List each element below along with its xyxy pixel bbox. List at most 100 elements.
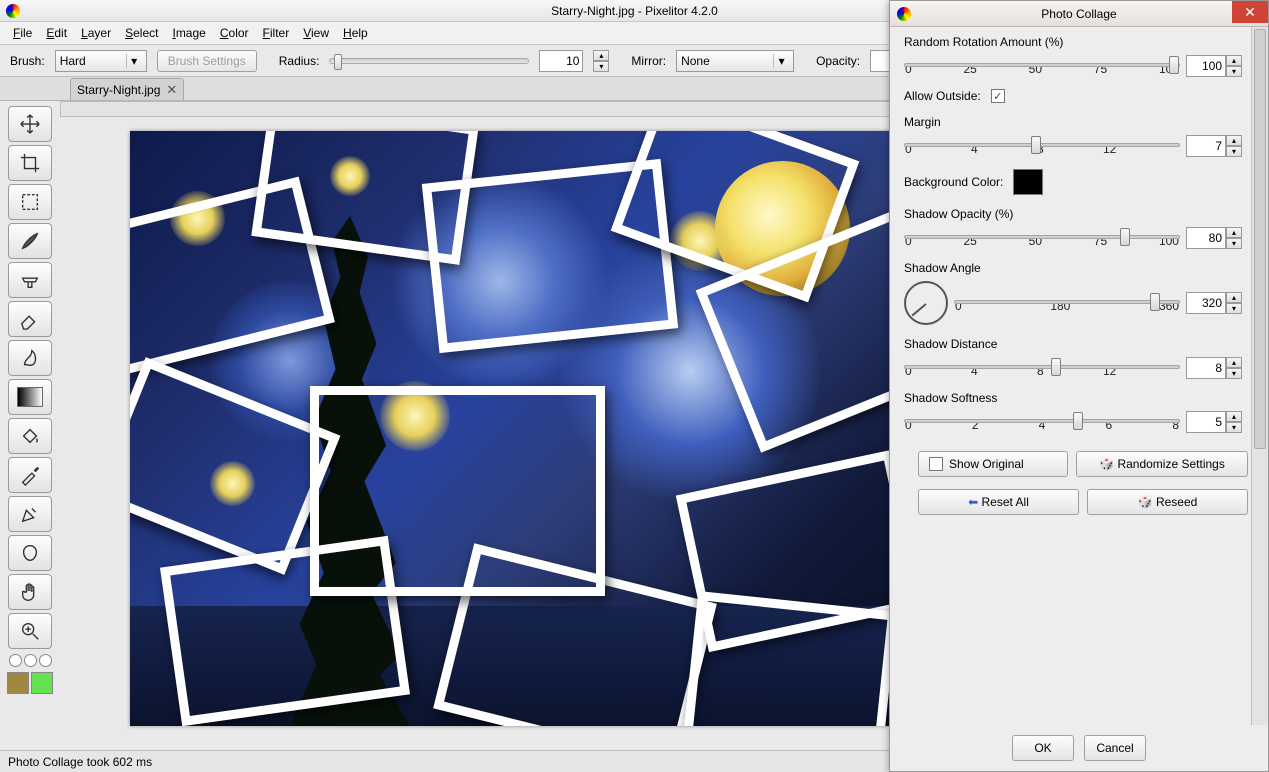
brush-settings-button[interactable]: Brush Settings (157, 50, 257, 72)
radius-value[interactable]: 10 (539, 50, 583, 72)
shapes-tool[interactable] (8, 535, 52, 571)
bgcolor-swatch[interactable] (1013, 169, 1043, 195)
close-icon[interactable]: ✕ (166, 82, 177, 98)
rotation-group: Random Rotation Amount (%) 0 25 50 75 10… (904, 35, 1262, 77)
crop-tool[interactable] (8, 145, 52, 181)
swatch[interactable] (9, 654, 22, 667)
document-tab[interactable]: Starry-Night.jpg ✕ (70, 78, 184, 100)
toolbox (0, 101, 60, 750)
shadow-softness-group: Shadow Softness 0 2 4 6 8 5▴▾ (904, 391, 1262, 433)
show-original-label: Show Original (949, 457, 1024, 471)
mirror-select[interactable]: None ▾ (676, 50, 794, 72)
zoom-tool[interactable] (8, 613, 52, 649)
menu-view[interactable]: View (298, 23, 334, 43)
gradient-tool[interactable] (8, 379, 52, 415)
menu-help[interactable]: Help (338, 23, 373, 43)
move-tool[interactable] (8, 106, 52, 142)
dice-icon: 🎲 (1099, 457, 1117, 471)
brush-tool[interactable] (8, 223, 52, 259)
dialog-close-button[interactable]: ✕ (1232, 1, 1268, 23)
shadow-opacity-group: Shadow Opacity (%) 0 25 50 75 100 80▴▾ (904, 207, 1262, 249)
reset-all-button[interactable]: ⬅ Reset All (918, 489, 1079, 515)
swatch[interactable] (24, 654, 37, 667)
menu-layer[interactable]: Layer (76, 23, 116, 43)
dialog-scrollbar[interactable] (1251, 27, 1268, 725)
menu-edit[interactable]: Edit (41, 23, 72, 43)
margin-spinner[interactable]: ▴▾ (1226, 135, 1242, 157)
swatch-row (9, 654, 52, 667)
hand-tool[interactable] (8, 574, 52, 610)
ok-button[interactable]: OK (1012, 735, 1074, 761)
mirror-select-value: None (681, 54, 710, 68)
foreground-swatch[interactable] (7, 672, 29, 694)
color-picker-tool[interactable] (8, 457, 52, 493)
rotation-slider[interactable]: 0 25 50 75 100 (904, 56, 1180, 76)
randomize-button[interactable]: 🎲 Randomize Settings (1076, 451, 1248, 477)
shadow-angle-group: Shadow Angle 0 180 360 320▴▾ (904, 261, 1262, 325)
menu-select[interactable]: Select (120, 23, 163, 43)
brush-label: Brush: (10, 54, 45, 68)
rotation-value[interactable]: 100 (1186, 55, 1226, 77)
swatch[interactable] (39, 654, 52, 667)
shadow-distance-spinner[interactable]: ▴▾ (1226, 357, 1242, 379)
background-swatch[interactable] (31, 672, 53, 694)
shadow-opacity-spinner[interactable]: ▴▾ (1226, 227, 1242, 249)
dialog-title: Photo Collage (890, 7, 1268, 21)
reseed-label: Reseed (1156, 495, 1197, 509)
allow-outside-label: Allow Outside: (904, 89, 981, 103)
shadow-angle-dial[interactable] (904, 281, 948, 325)
app-logo-icon (6, 4, 20, 18)
radius-label: Radius: (279, 54, 320, 68)
clone-tool[interactable] (8, 262, 52, 298)
cancel-button[interactable]: Cancel (1084, 735, 1146, 761)
selection-tool[interactable] (8, 184, 52, 220)
mirror-label: Mirror: (631, 54, 666, 68)
shadow-angle-label: Shadow Angle (904, 261, 1242, 275)
dialog-footer: OK Cancel (890, 725, 1268, 771)
shadow-distance-label: Shadow Distance (904, 337, 1242, 351)
brush-select[interactable]: Hard ▾ (55, 50, 147, 72)
brush-select-value: Hard (60, 54, 86, 68)
menu-image[interactable]: Image (167, 23, 210, 43)
shadow-angle-value[interactable]: 320 (1186, 292, 1226, 314)
opacity-label: Opacity: (816, 54, 860, 68)
status-message: Photo Collage took 602 ms (8, 755, 152, 769)
margin-group: Margin 0 4 8 12 7▴▾ (904, 115, 1262, 157)
rotation-spinner[interactable]: ▴▾ (1226, 55, 1242, 77)
margin-label: Margin (904, 115, 1242, 129)
pen-tool[interactable] (8, 496, 52, 532)
allow-outside-row: Allow Outside: ✓ (904, 89, 1262, 103)
margin-slider[interactable]: 0 4 8 12 (904, 136, 1180, 156)
dialog-titlebar[interactable]: Photo Collage ✕ (890, 1, 1268, 27)
shadow-softness-value[interactable]: 5 (1186, 411, 1226, 433)
dialog-row-1: Show Original 🎲 Randomize Settings (904, 445, 1262, 483)
shadow-softness-slider[interactable]: 0 2 4 6 8 (904, 412, 1180, 432)
radius-slider[interactable] (329, 58, 529, 64)
menu-color[interactable]: Color (215, 23, 254, 43)
menu-file[interactable]: File (8, 23, 37, 43)
shadow-opacity-label: Shadow Opacity (%) (904, 207, 1242, 221)
shadow-opacity-slider[interactable]: 0 25 50 75 100 (904, 228, 1180, 248)
menu-filter[interactable]: Filter (258, 23, 295, 43)
eraser-tool[interactable] (8, 301, 52, 337)
allow-outside-checkbox[interactable]: ✓ (991, 89, 1005, 103)
show-original-toggle[interactable]: Show Original (918, 451, 1068, 477)
shadow-opacity-value[interactable]: 80 (1186, 227, 1226, 249)
canvas[interactable] (130, 131, 890, 726)
chevron-down-icon: ▾ (773, 54, 789, 68)
chevron-down-icon: ▾ (126, 54, 142, 68)
shadow-distance-slider[interactable]: 0 4 8 12 (904, 358, 1180, 378)
dialog-row-2: ⬅ Reset All 🎲 Reseed (904, 483, 1262, 521)
shadow-angle-spinner[interactable]: ▴▾ (1226, 292, 1242, 314)
arrow-left-icon: ⬅ (968, 495, 981, 509)
radius-spinner[interactable]: ▴▾ (593, 50, 609, 72)
shadow-angle-slider[interactable]: 0 180 360 (954, 293, 1180, 313)
shadow-distance-value[interactable]: 8 (1186, 357, 1226, 379)
show-original-checkbox[interactable] (929, 457, 943, 471)
randomize-label: Randomize Settings (1117, 457, 1224, 471)
margin-value[interactable]: 7 (1186, 135, 1226, 157)
shadow-softness-spinner[interactable]: ▴▾ (1226, 411, 1242, 433)
reseed-button[interactable]: 🎲 Reseed (1087, 489, 1248, 515)
smudge-tool[interactable] (8, 340, 52, 376)
paint-bucket-tool[interactable] (8, 418, 52, 454)
